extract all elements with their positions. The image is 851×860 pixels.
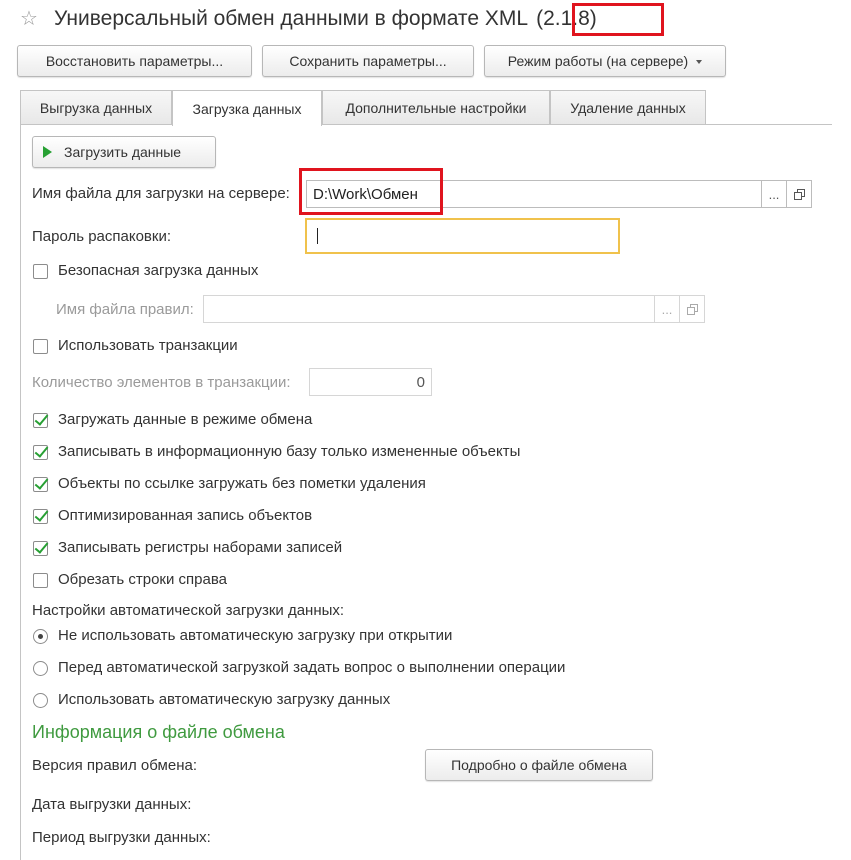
chevron-down-icon	[696, 60, 703, 64]
tab-export[interactable]: Выгрузка данных	[20, 90, 172, 124]
ellipsis-icon: ...	[661, 301, 673, 317]
option-checkbox-optimized-write[interactable]	[33, 509, 48, 524]
use-transactions-label: Использовать транзакции	[58, 337, 238, 354]
tab-strip-border	[20, 124, 832, 125]
option-label-optimized-write: Оптимизированная запись объектов	[58, 507, 313, 524]
tab-additional-settings[interactable]: Дополнительные настройки	[322, 90, 550, 124]
radio-use-auto-load[interactable]	[33, 693, 48, 708]
use-transactions-checkbox[interactable]	[33, 339, 48, 354]
option-checkbox-no-deletion-mark[interactable]	[33, 477, 48, 492]
option-label-no-deletion-mark: Объекты по ссылке загружать без пометки …	[58, 475, 426, 492]
tab-export-label: Выгрузка данных	[39, 99, 153, 116]
text-cursor	[317, 228, 318, 244]
restore-parameters-button[interactable]: Восстановить параметры...	[17, 45, 252, 77]
file-name-value: D:\Work\Обмен	[313, 185, 418, 203]
work-mode-dropdown[interactable]: Режим работы (на сервере)	[484, 45, 726, 77]
window-title: Универсальный обмен данными в формате XM…	[54, 5, 600, 33]
option-checkbox-trim-strings[interactable]	[33, 573, 48, 588]
work-mode-label: Режим работы (на сервере)	[507, 53, 689, 69]
radio-no-auto-load[interactable]	[33, 629, 48, 644]
rules-file-input[interactable]	[203, 295, 655, 323]
exchange-file-details-label: Подробно о файле обмена	[451, 757, 627, 773]
transaction-count-value: 0	[416, 373, 425, 391]
play-icon	[43, 146, 52, 158]
exchange-info-heading: Информация о файле обмена	[32, 722, 285, 742]
radio-label-ask-before-load: Перед автоматической загрузкой задать во…	[58, 659, 566, 676]
radio-ask-before-load[interactable]	[33, 661, 48, 676]
option-label-exchange-mode: Загружать данные в режиме обмена	[58, 411, 313, 428]
option-checkbox-exchange-mode[interactable]	[33, 413, 48, 428]
safe-load-checkbox[interactable]	[33, 264, 48, 279]
save-parameters-label: Сохранить параметры...	[289, 53, 447, 69]
export-date-label: Дата выгрузки данных:	[32, 796, 192, 813]
option-checkbox-changed-only[interactable]	[33, 445, 48, 460]
tab-import[interactable]: Загрузка данных	[172, 90, 322, 126]
export-period-label: Период выгрузки данных:	[32, 829, 211, 846]
option-checkbox-register-sets[interactable]	[33, 541, 48, 556]
rules-file-choose-button[interactable]: ...	[654, 295, 680, 323]
transaction-count-label: Количество элементов в транзакции:	[32, 374, 291, 391]
file-open-button[interactable]	[786, 180, 812, 208]
tab-import-label: Загрузка данных	[192, 100, 302, 117]
password-label: Пароль распаковки:	[32, 228, 172, 245]
favorite-star-icon[interactable]: ☆	[20, 6, 38, 32]
tab-panel-border	[20, 124, 21, 860]
password-input[interactable]	[305, 218, 620, 254]
version-label: (2.1.8)	[536, 7, 597, 30]
save-parameters-button[interactable]: Сохранить параметры...	[262, 45, 474, 77]
tab-additional-settings-label: Дополнительные настройки	[345, 99, 527, 116]
radio-label-use-auto-load: Использовать автоматическую загрузку дан…	[58, 691, 391, 708]
option-label-register-sets: Записывать регистры наборами записей	[58, 539, 343, 556]
load-data-button[interactable]: Загрузить данные	[32, 136, 216, 168]
load-data-label: Загрузить данные	[64, 144, 182, 160]
option-label-changed-only: Записывать в информационную базу только …	[58, 443, 521, 460]
option-label-trim-strings: Обрезать строки справа	[58, 571, 227, 588]
auto-load-heading: Настройки автоматической загрузки данных…	[32, 602, 345, 619]
tab-delete-data[interactable]: Удаление данных	[550, 90, 706, 124]
exchange-file-details-button[interactable]: Подробно о файле обмена	[425, 749, 653, 781]
restore-parameters-label: Восстановить параметры...	[45, 53, 224, 69]
radio-label-no-auto-load: Не использовать автоматическую загрузку …	[58, 627, 453, 644]
safe-load-label: Безопасная загрузка данных	[58, 262, 259, 279]
rules-version-label: Версия правил обмена:	[32, 757, 197, 774]
rules-file-open-button[interactable]	[679, 295, 705, 323]
open-window-icon	[687, 304, 698, 315]
ellipsis-icon: ...	[768, 186, 780, 202]
file-name-input[interactable]: D:\Work\Обмен	[306, 180, 762, 208]
tab-delete-data-label: Удаление данных	[570, 99, 686, 116]
transaction-count-input[interactable]: 0	[309, 368, 432, 396]
rules-file-label: Имя файла правил:	[56, 301, 194, 318]
open-window-icon	[794, 189, 805, 200]
window-title-text: Универсальный обмен данными в формате XM…	[54, 7, 528, 30]
file-choose-button[interactable]: ...	[761, 180, 787, 208]
file-name-label: Имя файла для загрузки на сервере:	[32, 185, 290, 202]
